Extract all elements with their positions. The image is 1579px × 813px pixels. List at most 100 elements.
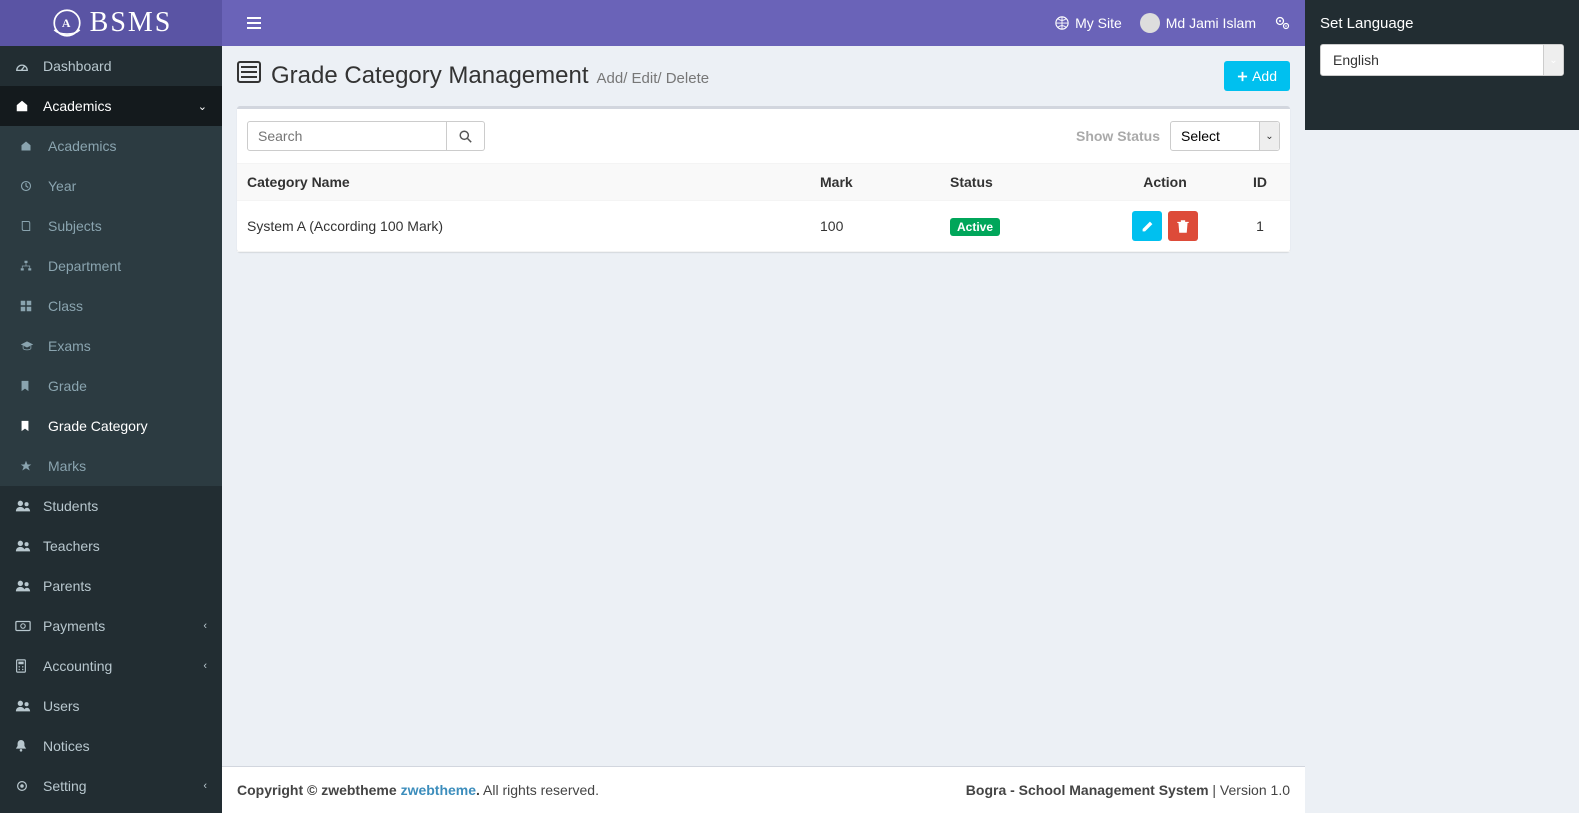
status-select-wrap: Select ⌄ [1170, 121, 1280, 151]
page-subtitle: Add/ Edit/ Delete [597, 70, 710, 87]
dashboard-icon [15, 59, 35, 73]
sidebar-item-payments[interactable]: Payments ‹ [0, 606, 222, 646]
sidebar-item-label: Notices [43, 738, 90, 754]
user-menu[interactable]: Md Jami Islam [1140, 13, 1256, 33]
col-id: ID [1230, 164, 1290, 201]
sidebar-item-label: Teachers [43, 538, 100, 554]
sidebar-toggle-button[interactable] [237, 11, 271, 35]
sidebar-item-academics[interactable]: Academics ⌄ [0, 86, 222, 126]
col-status: Status [940, 164, 1100, 201]
sidebar-sub-marks[interactable]: Marks [0, 446, 222, 486]
box-header: Show Status Select ⌄ [237, 109, 1290, 164]
set-language-title: Set Language [1320, 15, 1564, 32]
sidebar-item-students[interactable]: Students [0, 486, 222, 526]
sidebar-sub-year[interactable]: Year [0, 166, 222, 206]
show-status-label: Show Status [1076, 128, 1160, 144]
sidebar-sub-grade-category[interactable]: Grade Category [0, 406, 222, 446]
add-button[interactable]: Add [1224, 61, 1290, 91]
sidebar-item-label: Class [48, 298, 83, 314]
avatar-icon [1140, 13, 1160, 33]
bookmark-icon [20, 380, 40, 392]
sidebar-sub-exams[interactable]: Exams [0, 326, 222, 366]
search-icon [459, 130, 472, 143]
users-icon [15, 539, 35, 553]
footer-right: Bogra - School Management System | Versi… [966, 782, 1290, 798]
sidebar-sub-grade[interactable]: Grade [0, 366, 222, 406]
cell-status: Active [940, 201, 1100, 252]
sidebar-item-setting[interactable]: Setting ‹ [0, 766, 222, 806]
sidebar-item-users[interactable]: Users [0, 686, 222, 726]
app-name: Bogra - School Management System [966, 782, 1209, 798]
graduation-cap-icon [20, 340, 40, 352]
calculator-icon [15, 659, 35, 673]
navbar: My Site Md Jami Islam [222, 0, 1305, 46]
cell-mark: 100 [810, 201, 940, 252]
settings-gears-button[interactable] [1274, 15, 1290, 31]
brand-logo-icon: A [50, 6, 84, 40]
main-header: A BSMS My Site Md Jami Islam [0, 0, 1305, 46]
gear-icon [15, 779, 35, 793]
box: Show Status Select ⌄ Category Name Mark … [237, 106, 1290, 252]
sitemap-icon [20, 260, 40, 272]
svg-text:A: A [61, 16, 71, 30]
chevron-left-icon: ‹ [203, 780, 207, 792]
sidebar-item-label: Exams [48, 338, 91, 354]
sidebar-item-notices[interactable]: Notices [0, 726, 222, 766]
money-icon [15, 620, 35, 632]
footer-link[interactable]: zwebtheme [401, 782, 476, 798]
sidebar-item-parents[interactable]: Parents [0, 566, 222, 606]
edit-button[interactable] [1132, 211, 1162, 241]
sidebar-item-label: Department [48, 258, 121, 274]
cell-action [1100, 201, 1230, 252]
brand-logo[interactable]: A BSMS [0, 0, 222, 46]
search-input[interactable] [247, 121, 447, 151]
sidebar-item-teachers[interactable]: Teachers [0, 526, 222, 566]
col-mark: Mark [810, 164, 940, 201]
star-icon [20, 460, 40, 472]
grade-category-table: Category Name Mark Status Action ID Syst… [237, 164, 1290, 252]
sidebar-item-label: Dashboard [43, 58, 112, 74]
chevron-left-icon: ‹ [203, 620, 207, 632]
chevron-down-icon: ⌄ [198, 100, 207, 113]
users-icon [15, 699, 35, 713]
page-title: Grade Category Management Add/ Edit/ Del… [237, 61, 709, 90]
sidebar-academics-submenu: Academics Year Subjects Department Class… [0, 126, 222, 486]
version: 1.0 [1271, 782, 1290, 798]
my-site-label: My Site [1075, 15, 1122, 31]
sidebar-item-label: Academics [48, 138, 116, 154]
sidebar-item-dashboard[interactable]: Dashboard [0, 46, 222, 86]
search-button[interactable] [447, 121, 485, 151]
users-icon [15, 499, 35, 513]
sidebar-sub-subjects[interactable]: Subjects [0, 206, 222, 246]
footer: Copyright © zwebtheme zwebtheme. All rig… [222, 766, 1305, 813]
sidebar-item-label: Academics [43, 98, 111, 114]
page-title-text: Grade Category Management [271, 62, 589, 90]
sidebar-item-label: Users [43, 698, 80, 714]
sidebar-item-label: Grade Category [48, 418, 148, 434]
sidebar-item-accounting[interactable]: Accounting ‹ [0, 646, 222, 686]
sidebar-sub-department[interactable]: Department [0, 246, 222, 286]
status-filter: Show Status Select ⌄ [1076, 121, 1280, 151]
cell-category-name: System A (According 100 Mark) [237, 201, 810, 252]
language-select-wrap: English ⌄ [1320, 44, 1564, 76]
sidebar: Dashboard Academics ⌄ Academics Year Sub… [0, 46, 222, 813]
status-select[interactable]: Select [1170, 121, 1280, 151]
bell-icon [15, 739, 35, 753]
users-icon [15, 579, 35, 593]
table-row: System A (According 100 Mark) 100 Active [237, 201, 1290, 252]
right-panel: Set Language English ⌄ [1305, 0, 1579, 130]
pencil-icon [1141, 220, 1154, 233]
sidebar-sub-academics[interactable]: Academics [0, 126, 222, 166]
sidebar-item-label: Parents [43, 578, 91, 594]
sidebar-item-label: Payments [43, 618, 105, 634]
sidebar-sub-class[interactable]: Class [0, 286, 222, 326]
my-site-link[interactable]: My Site [1055, 15, 1122, 31]
language-select[interactable]: English [1320, 44, 1564, 76]
delete-button[interactable] [1168, 211, 1198, 241]
footer-left: Copyright © zwebtheme zwebtheme. All rig… [237, 782, 599, 798]
version-prefix: | Version [1209, 782, 1271, 798]
copyright-prefix: Copyright © zwebtheme [237, 782, 401, 798]
search-group [247, 121, 485, 151]
sidebar-item-label: Subjects [48, 218, 102, 234]
col-action: Action [1100, 164, 1230, 201]
